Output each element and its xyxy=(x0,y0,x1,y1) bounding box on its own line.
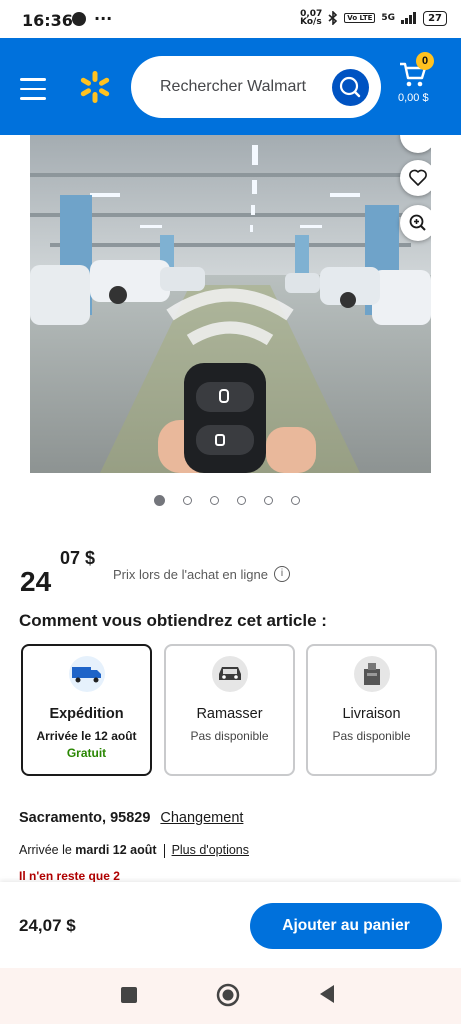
product-image[interactable] xyxy=(30,135,431,473)
carousel-dot[interactable] xyxy=(291,496,300,505)
option-delivery[interactable]: Livraison Pas disponible xyxy=(306,644,437,776)
location-place: Sacramento, 95829 xyxy=(19,810,151,826)
delivery-location: Sacramento, 95829 Changement xyxy=(19,810,243,826)
network-type: 5G xyxy=(381,13,396,23)
online-price-label: Prix lors de l'achat en ligne xyxy=(113,566,268,582)
arrival-date: mardi 12 août xyxy=(75,843,157,857)
arrival-info: Arrivée le mardi 12 août Plus d'options xyxy=(19,843,249,858)
option-delivery-status: Pas disponible xyxy=(332,729,411,743)
bottom-price: 24,07 $ xyxy=(19,916,76,935)
add-to-cart-button[interactable]: Ajouter au panier xyxy=(250,903,442,949)
cart-button[interactable]: 0 0,00 $ xyxy=(396,52,446,116)
stock-warning: Il n'en reste que 2 xyxy=(19,869,120,883)
zoom-in-icon xyxy=(409,214,426,231)
more-options-link[interactable]: Plus d'options xyxy=(172,843,249,857)
arrival-prefix: Arrivée le xyxy=(19,843,72,857)
change-location-link[interactable]: Changement xyxy=(160,810,243,826)
option-shipping-name: Expédition xyxy=(49,706,124,722)
option-pickup[interactable]: Ramasser Pas disponible xyxy=(164,644,295,776)
carousel-dot[interactable] xyxy=(210,496,219,505)
price-dollars: 24 xyxy=(20,566,52,597)
delivery-bag-icon xyxy=(363,663,380,685)
net-speed: 0,07 Ko/s xyxy=(300,9,323,27)
system-nav-bar xyxy=(0,968,461,1024)
search-button[interactable] xyxy=(332,69,369,106)
status-time: 16:36 xyxy=(22,11,73,30)
parking-garage-illustration xyxy=(30,135,431,473)
zoom-button[interactable] xyxy=(400,205,431,241)
messenger-icon xyxy=(72,12,86,26)
search-bar[interactable]: Rechercher Walmart xyxy=(131,56,381,118)
option-shipping[interactable]: Expédition Arrivée le 12 août Gratuit xyxy=(21,644,152,776)
search-input[interactable]: Rechercher Walmart xyxy=(160,78,306,96)
carousel-dot[interactable] xyxy=(237,496,246,505)
cart-count-badge: 0 xyxy=(416,52,434,70)
status-overflow: ··· xyxy=(94,9,113,28)
heart-icon xyxy=(409,169,427,186)
divider xyxy=(163,843,165,858)
walmart-spark-logo[interactable] xyxy=(78,70,112,104)
option-shipping-arrival: Arrivée le 12 août xyxy=(36,729,137,743)
option-pickup-name: Ramasser xyxy=(196,706,263,722)
carousel-dot[interactable] xyxy=(264,496,273,505)
volte-icon: Vo LTE xyxy=(344,13,376,23)
price-cents: 07 $ xyxy=(60,548,96,568)
shipping-truck-icon xyxy=(71,667,101,683)
option-delivery-name: Livraison xyxy=(342,706,401,722)
back-icon[interactable] xyxy=(318,984,336,1004)
cart-total: 0,00 $ xyxy=(398,92,429,104)
battery-indicator: 27 xyxy=(423,10,447,26)
favorite-button[interactable] xyxy=(400,160,431,196)
bluetooth-icon xyxy=(328,11,338,25)
info-icon[interactable]: i xyxy=(273,566,290,582)
fulfillment-title: Comment vous obtiendrez cet article : xyxy=(19,611,327,630)
app-header: Rechercher Walmart 0 0,00 $ xyxy=(0,38,461,135)
hamburger-menu-icon[interactable] xyxy=(20,78,46,107)
online-price-note: Prix lors de l'achat en ligne i xyxy=(113,566,290,582)
pickup-car-icon xyxy=(218,667,241,680)
option-shipping-free: Gratuit xyxy=(66,746,107,760)
search-icon xyxy=(339,76,361,98)
carousel-dots[interactable] xyxy=(154,495,300,506)
home-icon[interactable] xyxy=(216,983,240,1007)
status-bar: 16:36 ··· 0,07 Ko/s Vo LTE 5G 27 xyxy=(0,0,461,38)
carousel-dot[interactable] xyxy=(183,496,192,505)
recents-icon[interactable] xyxy=(120,986,138,1004)
carousel-dot[interactable] xyxy=(154,495,165,506)
signal-icon xyxy=(401,12,417,24)
bottom-bar: 24,07 $ Ajouter au panier xyxy=(0,882,461,968)
option-pickup-status: Pas disponible xyxy=(190,729,269,743)
status-right: 0,07 Ko/s Vo LTE 5G 27 xyxy=(300,9,447,27)
